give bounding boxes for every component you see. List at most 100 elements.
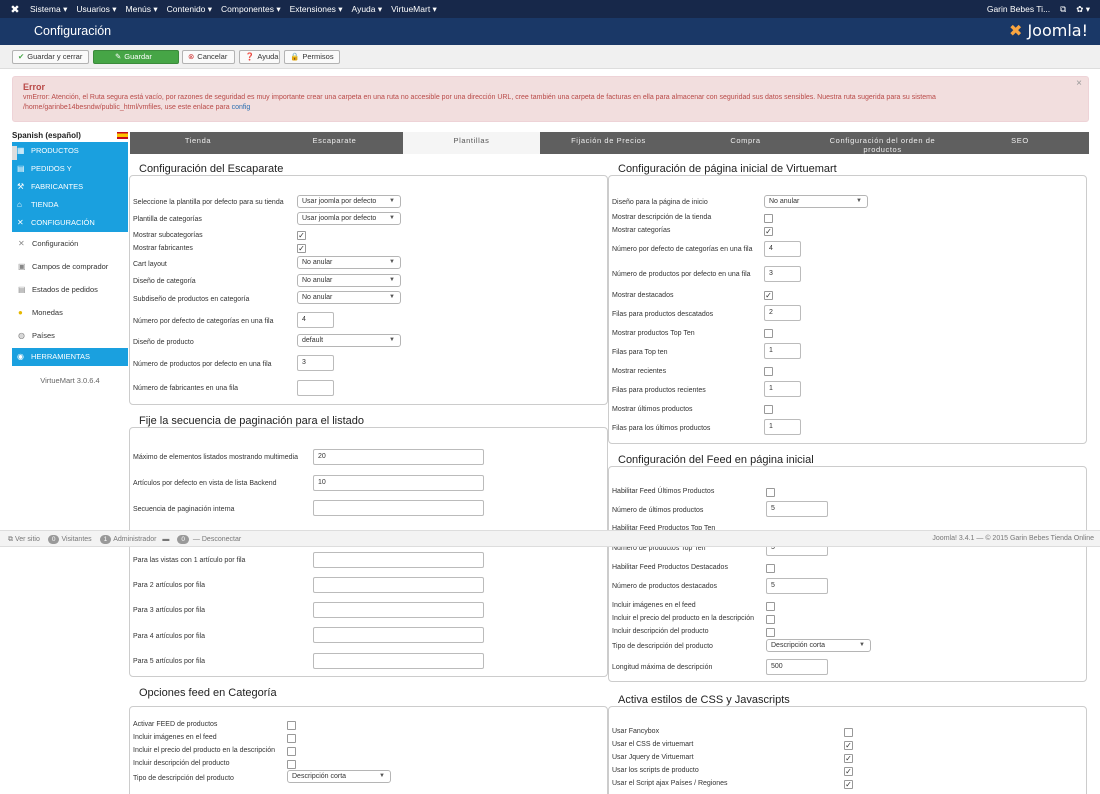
checkbox-descripcion-feed[interactable] [287, 760, 296, 769]
label-descripcion-feed: Incluir descripción del producto [133, 760, 230, 767]
settings-menu[interactable]: ✿ ▾ [1076, 4, 1090, 15]
input-categorias-fila-inicio[interactable]: 4 [764, 241, 801, 257]
input-categorias-fila[interactable]: 4 [297, 312, 334, 328]
input-longitud-descripcion[interactable]: 500 [766, 659, 828, 675]
checkbox-descripcion-feed-inicio[interactable] [766, 628, 775, 637]
sidebar-section-productos[interactable]: ▦ PRODUCTOS [12, 142, 128, 160]
input-filas-destacados[interactable]: 2 [764, 305, 801, 321]
view-site-link[interactable]: Ver sitio [15, 536, 40, 543]
checkbox-fancybox[interactable] [844, 728, 853, 737]
menu-sistema[interactable]: Sistema ▾ [30, 4, 67, 15]
menu-ayuda[interactable]: Ayuda ▾ [352, 4, 383, 15]
select-tipo-descripcion[interactable]: Descripción corta ▼ [287, 770, 391, 783]
select-diseno-producto[interactable]: default ▼ [297, 334, 401, 347]
checkbox-ajax-paises[interactable]: ✓ [844, 780, 853, 789]
sidebar-section-fabricantes[interactable]: ⚒ FABRICANTES [12, 178, 128, 196]
sidebar-section-pedidos[interactable]: ▤ PEDIDOS Y [12, 160, 128, 178]
sidebar-item-campos-comprador[interactable]: ▣ Campos de comprador [12, 255, 128, 278]
input-articulos-backend[interactable]: 10 [313, 475, 484, 491]
select-plantilla-tienda[interactable]: Usar joomla por defecto ▼ [297, 195, 401, 208]
input-filas-ultimos[interactable]: 1 [764, 419, 801, 435]
joomla-icon[interactable]: ✖ [0, 3, 30, 16]
tab-fijacion-precios[interactable]: Fijación de Precios [540, 132, 677, 154]
label-filas-destacados: Filas para productos descatados [612, 311, 714, 318]
checkbox-imagenes-feed[interactable] [287, 734, 296, 743]
input-4-articulos[interactable] [313, 627, 484, 643]
input-1-articulo[interactable] [313, 552, 484, 568]
close-icon[interactable]: × [1076, 78, 1082, 89]
checkbox-imagenes-feed-inicio[interactable] [766, 602, 775, 611]
help-button[interactable]: ❓ Ayuda [239, 50, 280, 64]
sidebar-section-configuracion[interactable]: ✕ CONFIGURACIÓN [12, 214, 128, 232]
checkbox-mostrar-ultimos[interactable] [764, 405, 773, 414]
input-productos-fila[interactable]: 3 [297, 355, 334, 371]
permissions-button[interactable]: 🔒 Permisos [284, 50, 340, 64]
select-plantilla-categorias[interactable]: Usar joomla por defecto ▼ [297, 212, 401, 225]
select-cart-layout[interactable]: No anular ▼ [297, 256, 401, 269]
logout-link[interactable]: Desconectar [202, 536, 241, 543]
input-fabricantes-fila[interactable] [297, 380, 334, 396]
input-3-articulos[interactable] [313, 602, 484, 618]
sidebar-item-estados-pedidos[interactable]: ▤ Estados de pedidos [12, 278, 128, 301]
menu-usuarios[interactable]: Usuarios ▾ [76, 4, 116, 15]
user-menu[interactable]: Garin Bebes Ti... [987, 4, 1050, 14]
tab-compra[interactable]: Compra [677, 132, 814, 154]
input-filas-recientes[interactable]: 1 [764, 381, 801, 397]
checkbox-scripts-producto[interactable]: ✓ [844, 767, 853, 776]
checkbox-mostrar-fabricantes[interactable]: ✓ [297, 244, 306, 253]
sidebar-item-paises[interactable]: ◍ Países [12, 324, 128, 347]
sidebar-toggle-handle[interactable] [12, 146, 17, 160]
checkbox-css-virtuemart[interactable]: ✓ [844, 741, 853, 750]
save-close-button[interactable]: ✔ Guardar y cerrar [12, 50, 89, 64]
menu-componentes[interactable]: Componentes ▾ [221, 4, 281, 15]
select-subdiseno-productos[interactable]: No anular ▼ [297, 291, 401, 304]
sidebar-item-monedas[interactable]: ● Monedas [12, 301, 128, 324]
checkbox-feed-destacados[interactable] [766, 564, 775, 573]
tab-escaparate[interactable]: Escaparate [266, 132, 403, 154]
input-5-articulos[interactable] [313, 653, 484, 669]
menu-extensiones[interactable]: Extensiones ▾ [290, 4, 343, 15]
checkbox-mostrar-categorias[interactable]: ✓ [764, 227, 773, 236]
external-link-icon[interactable]: ⧉ [1060, 4, 1066, 15]
tab-seo[interactable]: SEO [951, 132, 1089, 154]
label-productos-fila: Número de productos por defecto en una f… [133, 361, 272, 368]
sidebar-item-configuracion[interactable]: ✕ Configuración [12, 232, 128, 255]
tab-plantillas[interactable]: Plantillas [403, 132, 540, 154]
select-diseno-inicio[interactable]: No anular ▼ [764, 195, 868, 208]
products-icon: ▦ [17, 146, 25, 155]
sidebar-section-herramientas[interactable]: ◉ HERRAMIENTAS [12, 348, 128, 366]
input-secuencia-interna[interactable] [313, 500, 484, 516]
checkbox-mostrar-top-ten[interactable] [764, 329, 773, 338]
input-filas-top-ten[interactable]: 1 [764, 343, 801, 359]
checkbox-descripcion-tienda[interactable] [764, 214, 773, 223]
sidebar-section-tienda[interactable]: ⌂ TIENDA [12, 196, 128, 214]
label-scripts-producto: Usar los scripts de producto [612, 767, 699, 774]
input-2-articulos[interactable] [313, 577, 484, 593]
error-link[interactable]: config [232, 104, 251, 111]
cancel-button[interactable]: ⊗ Cancelar [182, 50, 235, 64]
checkbox-jquery-virtuemart[interactable]: ✓ [844, 754, 853, 763]
tab-tienda[interactable]: Tienda [130, 132, 266, 154]
checkbox-mostrar-subcategorias[interactable]: ✓ [297, 231, 306, 240]
checkbox-precio-feed[interactable] [287, 747, 296, 756]
select-value: No anular [302, 294, 333, 301]
checkbox-feed-ultimos[interactable] [766, 488, 775, 497]
menu-contenido[interactable]: Contenido ▾ [167, 4, 212, 15]
select-diseno-categoria[interactable]: No anular ▼ [297, 274, 401, 287]
checkbox-precio-feed-inicio[interactable] [766, 615, 775, 624]
input-numero-ultimos[interactable]: 5 [766, 501, 828, 517]
save-button[interactable]: ✎ Guardar [93, 50, 179, 64]
select-tipo-descripcion-inicio[interactable]: Descripción corta ▼ [766, 639, 871, 652]
checkbox-mostrar-recientes[interactable] [764, 367, 773, 376]
help-icon: ❓ [245, 52, 255, 61]
menu-menus[interactable]: Menús ▾ [126, 4, 158, 15]
input-productos-fila-inicio[interactable]: 3 [764, 266, 801, 282]
menu-virtuemart[interactable]: VirtueMart ▾ [391, 4, 437, 15]
input-max-multimedia[interactable]: 20 [313, 449, 484, 465]
mail-icon[interactable]: ▬ [162, 536, 169, 543]
label-fancybox: Usar Fancybox [612, 728, 660, 735]
tab-orden-productos[interactable]: Configuración del orden de productos [814, 132, 951, 154]
checkbox-activar-feed[interactable] [287, 721, 296, 730]
checkbox-mostrar-destacados[interactable]: ✓ [764, 291, 773, 300]
input-numero-destacados[interactable]: 5 [766, 578, 828, 594]
